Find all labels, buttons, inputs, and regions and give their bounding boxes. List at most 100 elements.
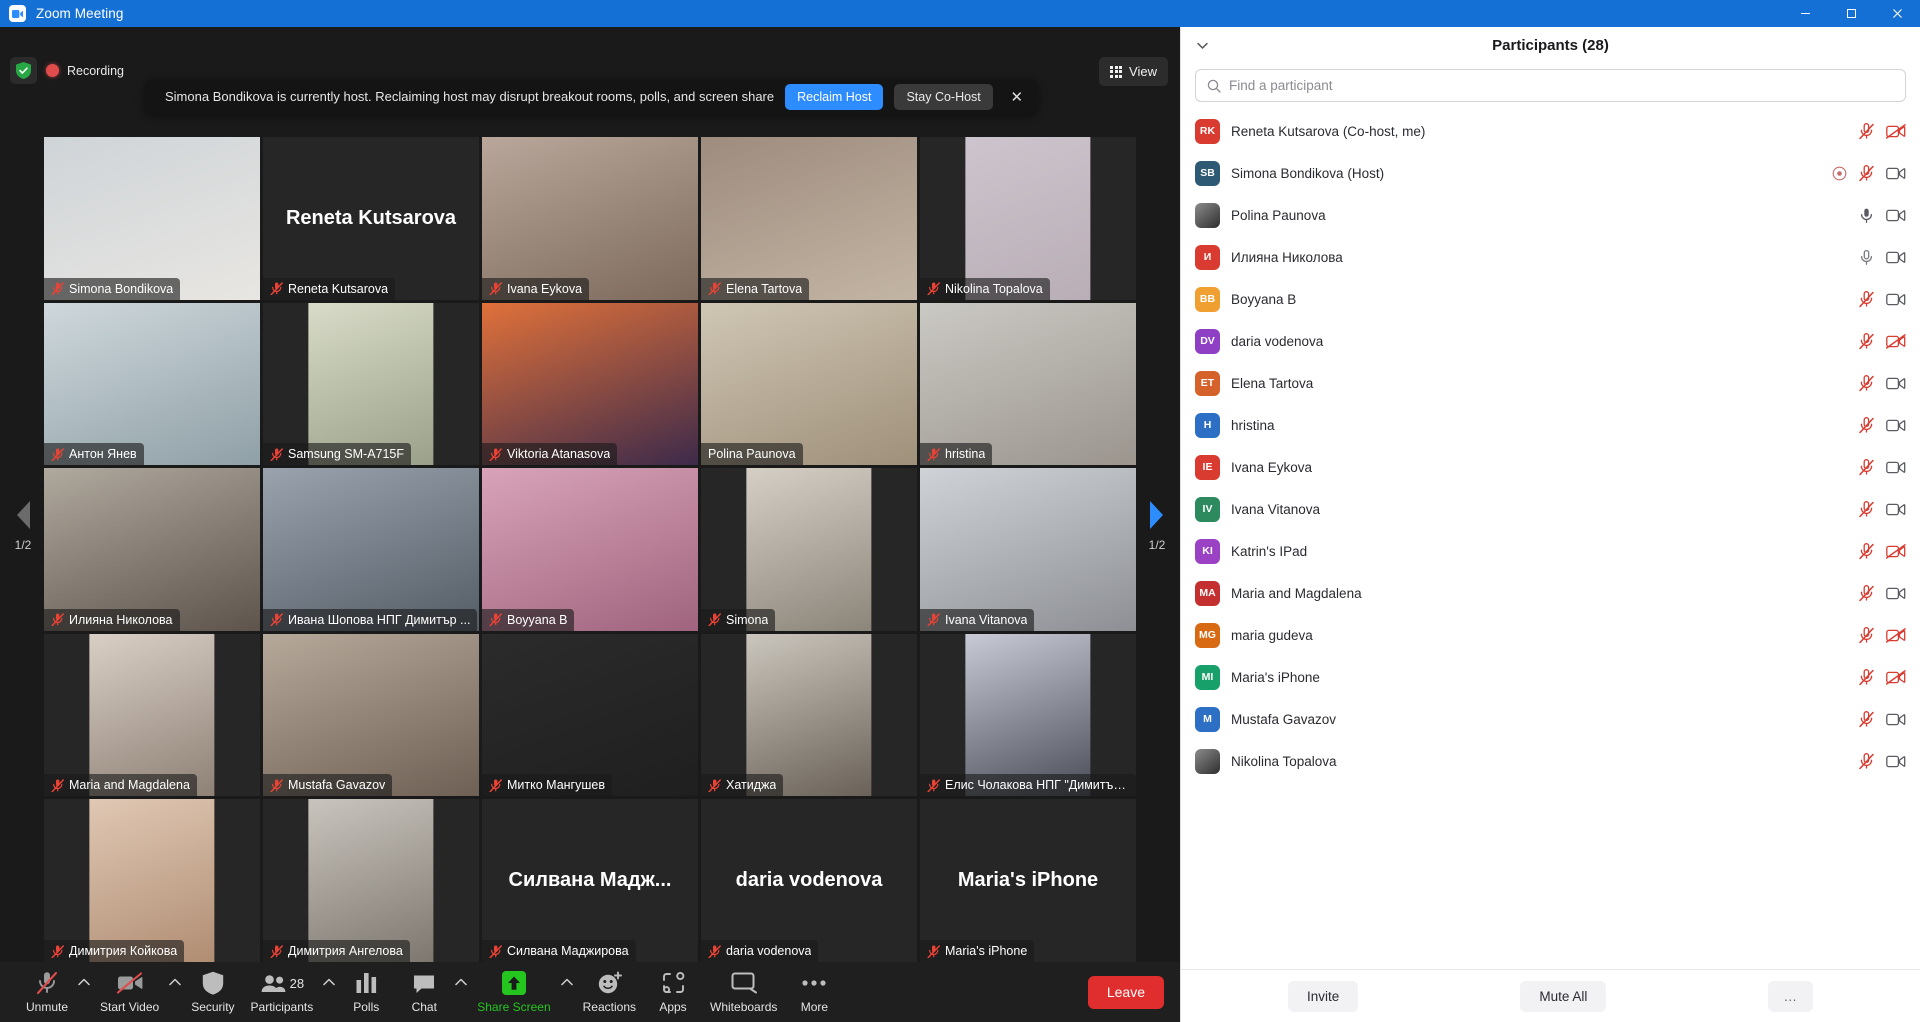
video-tile[interactable]: Elena Tartova	[701, 137, 917, 300]
toolbar-polls-button[interactable]: Polls	[337, 966, 395, 1018]
video-tile[interactable]: Илияна Николова	[44, 468, 260, 631]
video-tile[interactable]: Димитрия Ангелова	[263, 799, 479, 962]
video-tile[interactable]: Хатиджа	[701, 633, 917, 797]
mic-off-icon	[1859, 122, 1874, 139]
mic-off-icon	[1859, 500, 1874, 517]
recording-indicator[interactable]: Recording	[46, 64, 124, 78]
toolbar-unmute-button[interactable]: Unmute	[18, 966, 76, 1018]
reclaim-host-button[interactable]: Reclaim Host	[785, 83, 884, 110]
participant-row[interactable]: ET Elena Tartova	[1181, 362, 1920, 404]
toolbar-start-video-button[interactable]: Start Video	[92, 966, 167, 1018]
participant-row[interactable]: MA Maria and Magdalena	[1181, 572, 1920, 614]
close-button[interactable]	[1874, 0, 1920, 27]
toolbar-participants-label: Participants	[250, 1000, 314, 1014]
toolbar-apps-button[interactable]: Apps	[644, 966, 702, 1018]
leave-meeting-button[interactable]: Leave	[1087, 975, 1164, 1009]
video-tile[interactable]: Силвана Мадж... Силвана Маджирова	[482, 799, 698, 962]
chevron-left-icon	[17, 500, 30, 529]
video-tile-label: Митко Мангушев	[482, 774, 612, 797]
video-tile[interactable]: Nikolina Topalova	[920, 137, 1136, 300]
toolbar-whiteboards-button[interactable]: Whiteboards	[702, 966, 785, 1018]
participant-row[interactable]: BB Boyyana B	[1181, 278, 1920, 320]
toolbar-more-button[interactable]: More	[785, 966, 843, 1018]
video-tile-name: Reneta Kutsarova	[288, 281, 389, 296]
search-input[interactable]	[1229, 78, 1894, 93]
video-tile[interactable]: Ивана Шопова НПГ Димитър ...	[263, 468, 479, 631]
previous-page-button[interactable]: 1/2	[12, 498, 34, 552]
participants-count-badge: 28	[289, 975, 305, 991]
video-tile[interactable]: daria vodenova daria vodenova	[701, 799, 917, 962]
video-tile[interactable]: Simona	[701, 468, 917, 631]
avatar: KI	[1195, 538, 1220, 564]
mic-off-icon	[1859, 542, 1874, 559]
video-tile[interactable]: Simona Bondikova	[44, 137, 260, 300]
toolbar-security-button[interactable]: Security	[183, 966, 242, 1018]
video-tile[interactable]: hristina	[920, 302, 1136, 466]
participant-row[interactable]: SB Simona Bondikova (Host)	[1181, 152, 1920, 194]
mic-off-icon	[489, 613, 502, 627]
video-tile[interactable]: Ivana Eykova	[482, 137, 698, 300]
participants-list[interactable]: RK Reneta Kutsarova (Co-host, me) SB Simona…	[1181, 110, 1920, 969]
video-tile[interactable]: Samsung SM-A715F	[263, 302, 479, 466]
toolbar-participants-button[interactable]: 28 Participants	[243, 966, 322, 1018]
video-tile[interactable]: Reneta Kutsarova Reneta Kutsarova	[263, 137, 479, 300]
minimize-button[interactable]	[1782, 0, 1828, 27]
mic-off-icon	[1859, 416, 1874, 433]
participant-row[interactable]: MI Maria's iPhone	[1181, 656, 1920, 698]
participant-row[interactable]: M Mustafa Gavazov	[1181, 698, 1920, 740]
participant-search-box[interactable]	[1195, 69, 1906, 102]
participant-row[interactable]: IE Ivana Eykova	[1181, 446, 1920, 488]
toolbar-share-screen-chevron-up-icon[interactable]	[559, 966, 575, 1018]
toolbar-chat-button[interactable]: Chat	[395, 966, 453, 1018]
video-tile[interactable]: Maria and Magdalena	[44, 633, 260, 797]
participant-row[interactable]: RK Reneta Kutsarova (Co-host, me)	[1181, 110, 1920, 152]
toolbar-unmute-chevron-up-icon[interactable]	[76, 966, 92, 1018]
chevron-right-icon	[1150, 500, 1163, 529]
participant-row[interactable]: Polina Paunova	[1181, 194, 1920, 236]
toolbar-security-label: Security	[191, 1000, 235, 1014]
view-button[interactable]: View	[1099, 57, 1168, 86]
invite-button[interactable]: Invite	[1288, 980, 1359, 1012]
participant-status-icons	[1858, 332, 1906, 350]
banner-close-icon[interactable]: ✕	[1004, 84, 1030, 110]
video-tile[interactable]: Polina Paunova	[701, 302, 917, 466]
participants-more-button[interactable]: …	[1768, 980, 1813, 1012]
video-tile[interactable]: Maria's iPhone Maria's iPhone	[920, 799, 1136, 962]
chevron-down-icon[interactable]	[1195, 38, 1210, 53]
toolbar-icon-wrap	[202, 970, 224, 996]
shield-icon	[202, 971, 224, 995]
video-tile-name: Mustafa Gavazov	[288, 778, 386, 793]
mic-off-icon	[1859, 668, 1874, 685]
video-tile-name: Simona	[726, 612, 769, 627]
meeting-toolbar: Unmute Start Video Security 28 Participants P…	[0, 962, 1180, 1022]
participant-row[interactable]: Nikolina Topalova	[1181, 740, 1920, 782]
video-tile[interactable]: Димитрия Койкова	[44, 799, 260, 962]
video-tile[interactable]: Митко Мангушев	[482, 633, 698, 797]
video-tile-name: Samsung SM-A715F	[288, 447, 405, 462]
video-tile[interactable]: Mustafa Gavazov	[263, 633, 479, 797]
mute-all-button[interactable]: Mute All	[1520, 980, 1607, 1012]
toolbar-share-screen-button[interactable]: Share Screen	[469, 966, 558, 1018]
participant-row[interactable]: KI Katrin's IPad	[1181, 530, 1920, 572]
participant-video-feed	[746, 633, 872, 797]
participant-row[interactable]: IV Ivana Vitanova	[1181, 488, 1920, 530]
mic-off-icon	[1859, 164, 1874, 181]
next-page-button[interactable]: 1/2	[1146, 498, 1168, 552]
toolbar-start-video-chevron-up-icon[interactable]	[167, 966, 183, 1018]
participant-row[interactable]: DV daria vodenova	[1181, 320, 1920, 362]
toolbar-chat-chevron-up-icon[interactable]	[453, 966, 469, 1018]
security-shield-icon[interactable]	[10, 57, 37, 84]
toolbar-participants-chevron-up-icon[interactable]	[321, 966, 337, 1018]
video-tile[interactable]: Boyyana B	[482, 468, 698, 631]
video-tile[interactable]: Viktoria Atanasova	[482, 302, 698, 466]
video-tile[interactable]: Антон Янев	[44, 302, 260, 466]
participant-name: hristina	[1231, 417, 1275, 433]
stay-co-host-button[interactable]: Stay Co-Host	[894, 83, 993, 110]
participant-row[interactable]: И Илияна Николова	[1181, 236, 1920, 278]
participant-row[interactable]: MG maria gudeva	[1181, 614, 1920, 656]
video-tile[interactable]: Елис Чолакова НПГ "Димитър ...	[920, 633, 1136, 797]
video-tile[interactable]: Ivana Vitanova	[920, 468, 1136, 631]
maximize-button[interactable]	[1828, 0, 1874, 27]
toolbar-reactions-button[interactable]: Reactions	[575, 966, 644, 1018]
participant-row[interactable]: Hhristina	[1181, 404, 1920, 446]
